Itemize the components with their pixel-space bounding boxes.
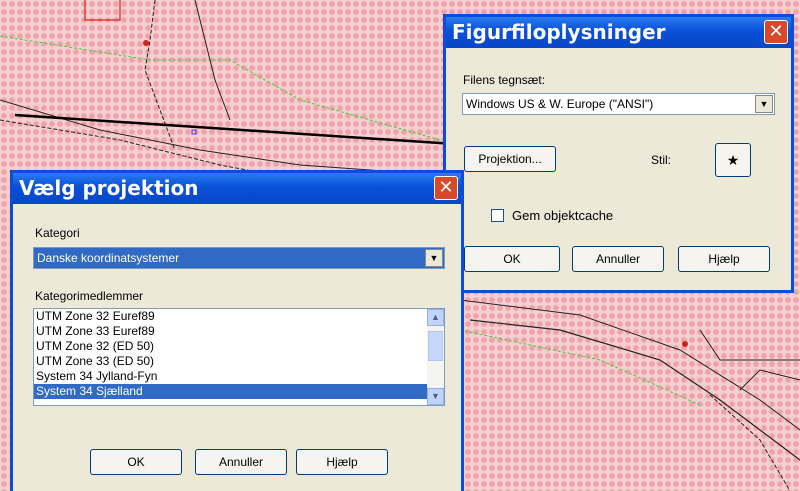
charset-select[interactable]: Windows US & W. Europe ("ANSI") ▼ (462, 93, 775, 115)
projection-button[interactable]: Projektion... (464, 146, 556, 172)
close-icon[interactable]: ✕ (764, 20, 788, 44)
scroll-up-icon[interactable]: ▲ (427, 309, 444, 326)
figurfil-cancel-button[interactable]: Annuller (572, 246, 664, 272)
list-item[interactable]: System 34 Jylland-Fyn (34, 369, 427, 384)
members-scrollbar[interactable]: ▲ ▼ (427, 309, 444, 405)
figurfil-title: Figurfiloplysninger (452, 20, 666, 44)
chevron-down-icon[interactable]: ▼ (425, 249, 443, 267)
cache-label: Gem objektcache (512, 208, 614, 223)
charset-label: Filens tegnsæt: (463, 73, 546, 87)
figurfil-help-button[interactable]: Hjælp (678, 246, 770, 272)
members-listbox[interactable]: UTM Zone 32 Euref89 UTM Zone 33 Euref89 … (33, 308, 445, 406)
projection-cancel-button[interactable]: Annuller (195, 449, 287, 475)
charset-value: Windows US & W. Europe ("ANSI") (466, 97, 654, 111)
figurfil-dialog: Figurfiloplysninger ✕ Filens tegnsæt: Wi… (443, 14, 794, 293)
projection-ok-button[interactable]: OK (90, 449, 182, 475)
style-button[interactable]: ★ (715, 143, 751, 177)
category-label: Kategori (35, 226, 80, 240)
list-item[interactable]: UTM Zone 32 (ED 50) (34, 339, 427, 354)
category-select[interactable]: Danske koordinatsystemer ▼ (33, 247, 445, 269)
projection-title: Vælg projektion (19, 176, 199, 200)
list-item-selected[interactable]: System 34 Sjælland (34, 384, 427, 399)
figurfil-ok-button[interactable]: OK (464, 246, 560, 272)
list-item[interactable]: UTM Zone 33 (ED 50) (34, 354, 427, 369)
list-item[interactable]: UTM Zone 32 Euref89 (34, 309, 427, 324)
list-item[interactable]: UTM Zone 33 Euref89 (34, 324, 427, 339)
chevron-down-icon[interactable]: ▼ (755, 95, 773, 113)
style-label: Stil: (651, 153, 672, 167)
members-label: Kategorimedlemmer (35, 289, 144, 303)
category-value: Danske koordinatsystemer (37, 251, 180, 265)
figurfil-titlebar[interactable]: Figurfiloplysninger ✕ (446, 17, 791, 48)
scroll-thumb[interactable] (428, 331, 443, 361)
scroll-down-icon[interactable]: ▼ (427, 388, 444, 405)
cache-checkbox[interactable] (491, 209, 504, 222)
projection-dialog: Vælg projektion ✕ Kategori Danske koordi… (10, 170, 464, 491)
projection-titlebar[interactable]: Vælg projektion ✕ (13, 173, 461, 204)
projection-help-button[interactable]: Hjælp (296, 449, 388, 475)
close-icon[interactable]: ✕ (434, 176, 458, 200)
